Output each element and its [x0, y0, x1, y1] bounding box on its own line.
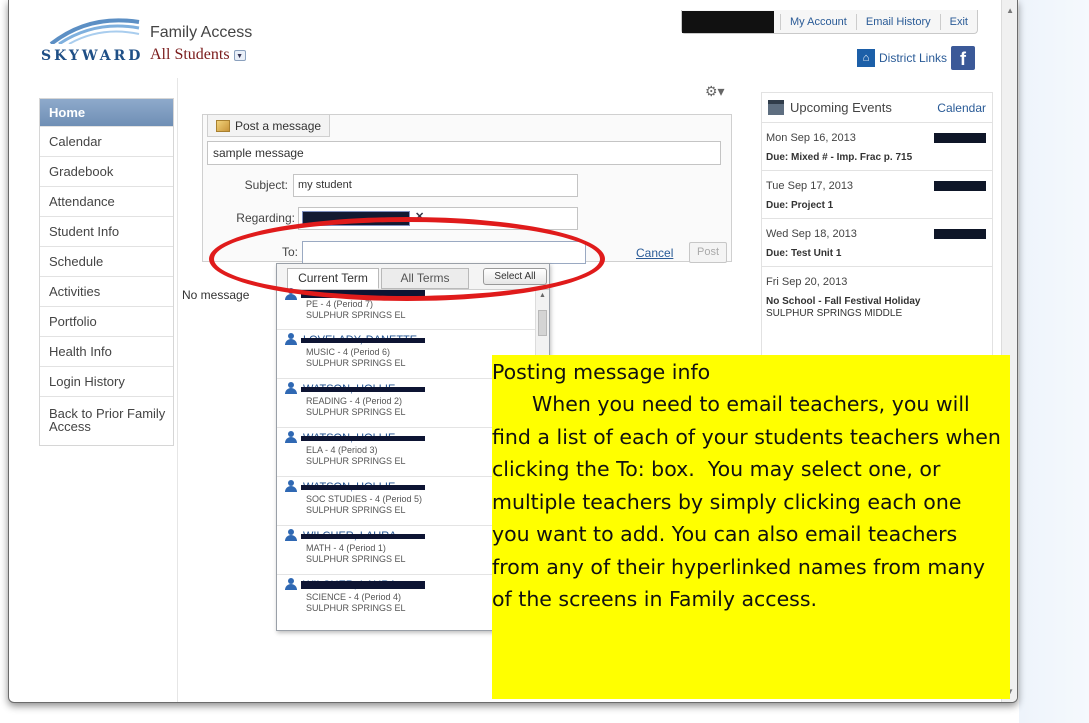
redacted-student-name: [934, 133, 986, 143]
person-icon: [285, 333, 297, 345]
person-icon: [285, 431, 297, 443]
name-strikeout: [301, 485, 425, 490]
sidebar-item-schedule[interactable]: Schedule: [40, 247, 173, 277]
event-description[interactable]: Due: Test Unit 1: [766, 247, 988, 260]
gear-icon[interactable]: ⚙▾: [705, 83, 725, 100]
post-tab-label: Post a message: [235, 118, 322, 133]
district-links-label: District Links: [879, 51, 948, 65]
teacher-class: SCIENCE - 4 (Period 4): [306, 592, 402, 602]
scroll-up-icon[interactable]: ▲: [1006, 6, 1014, 15]
name-strikeout: [301, 387, 425, 392]
teacher-class: SOC STUDIES - 4 (Period 5): [306, 494, 423, 504]
teacher-class: ELA - 4 (Period 3): [306, 445, 378, 455]
post-message-tab[interactable]: Post a message: [207, 114, 331, 137]
subject-input[interactable]: my student: [293, 174, 578, 197]
my-account-link[interactable]: My Account: [780, 13, 856, 30]
email-history-link[interactable]: Email History: [855, 13, 940, 30]
annotation-circle: [209, 217, 605, 301]
person-icon: [285, 578, 297, 590]
name-strikeout: [301, 436, 425, 441]
person-icon: [285, 480, 297, 492]
logo-swoosh-icon: [49, 18, 140, 44]
teacher-class: MUSIC - 4 (Period 6): [306, 347, 391, 357]
sidebar-item-attendance[interactable]: Attendance: [40, 187, 173, 217]
sidebar-item-portfolio[interactable]: Portfolio: [40, 307, 173, 337]
subject-label: Subject:: [244, 178, 288, 192]
person-icon: [285, 382, 297, 394]
person-icon: [285, 529, 297, 541]
sidebar-item-gradebook[interactable]: Gradebook: [40, 157, 173, 187]
event-item: Tue Sep 17, 2013 Due: Project 1: [762, 171, 992, 219]
sidebar-item-login-history[interactable]: Login History: [40, 367, 173, 397]
sidebar-item-student-info[interactable]: Student Info: [40, 217, 173, 247]
redacted-student-name: [934, 229, 986, 239]
event-item: Fri Sep 20, 2013 No School - Fall Festiv…: [762, 267, 992, 326]
exit-link[interactable]: Exit: [939, 13, 977, 30]
name-strikeout: [301, 338, 425, 343]
teacher-school: SULPHUR SPRINGS EL: [306, 358, 406, 368]
event-description[interactable]: Due: Mixed # - Imp. Frac p. 715: [766, 151, 988, 164]
annotation-body: When you need to email teachers, you wil…: [492, 392, 1008, 611]
teacher-school: SULPHUR SPRINGS EL: [306, 554, 406, 564]
logo-text: SKYWARD: [41, 48, 144, 64]
app-title: Family Access: [150, 24, 253, 41]
calendar-link[interactable]: Calendar: [937, 101, 986, 115]
scroll-thumb[interactable]: [538, 310, 547, 336]
teacher-school: SULPHUR SPRINGS EL: [306, 456, 406, 466]
desktop-background: [1019, 0, 1089, 723]
event-item: Wed Sep 18, 2013 Due: Test Unit 1: [762, 219, 992, 267]
event-item: Mon Sep 16, 2013 Due: Mixed # - Imp. Fra…: [762, 123, 992, 171]
calendar-icon: [768, 100, 784, 115]
pencil-icon: [216, 119, 230, 132]
scroll-up-icon[interactable]: ▲: [539, 292, 546, 299]
name-strikeout: [301, 581, 425, 589]
sidebar-item-health-info[interactable]: Health Info: [40, 337, 173, 367]
page-header: SKYWARD Family Access All Students ▼ My A…: [9, 0, 1002, 78]
sidebar-item-home[interactable]: Home: [40, 99, 173, 127]
student-select-value: All Students: [150, 46, 230, 63]
annotation-title: Posting message info: [492, 360, 711, 384]
chevron-down-icon[interactable]: ▼: [233, 49, 246, 61]
sidebar-item-calendar[interactable]: Calendar: [40, 127, 173, 157]
account-toolbar: My Account Email History Exit: [681, 10, 978, 34]
teacher-class: PE - 4 (Period 7): [306, 299, 374, 309]
regarding-label: Regarding:: [236, 211, 295, 225]
teacher-class: READING - 4 (Period 2): [306, 396, 403, 406]
teacher-class: MATH - 4 (Period 1): [306, 543, 386, 553]
redacted-user-name: [682, 10, 774, 33]
events-header: Upcoming Events Calendar: [762, 93, 992, 123]
teacher-school: SULPHUR SPRINGS EL: [306, 505, 406, 515]
event-location: SULPHUR SPRINGS MIDDLE: [766, 308, 903, 319]
no-messages-text: No message: [182, 288, 250, 302]
events-title: Upcoming Events: [790, 100, 892, 115]
message-input[interactable]: sample message: [207, 141, 721, 165]
skyward-logo[interactable]: SKYWARD: [41, 18, 141, 68]
facebook-icon[interactable]: f: [951, 46, 976, 70]
annotation-callout: Posting message info When you need to em…: [492, 355, 1010, 699]
cancel-link[interactable]: Cancel: [636, 246, 673, 260]
sidebar-item-activities[interactable]: Activities: [40, 277, 173, 307]
teacher-school: SULPHUR SPRINGS EL: [306, 310, 406, 320]
event-date: Fri Sep 20, 2013: [766, 276, 848, 288]
sidebar-nav: Home Calendar Gradebook Attendance Stude…: [39, 98, 174, 446]
district-links[interactable]: ⌂ District Links f: [857, 46, 976, 70]
event-description[interactable]: No School - Fall Festival Holiday: [766, 295, 988, 308]
sidebar-item-back-to-prior[interactable]: Back to Prior Family Access: [40, 397, 173, 445]
teacher-school: SULPHUR SPRINGS EL: [306, 407, 406, 417]
post-button[interactable]: Post: [689, 242, 727, 263]
student-select[interactable]: All Students ▼: [150, 46, 246, 64]
event-description[interactable]: Due: Project 1: [766, 199, 988, 212]
teacher-school: SULPHUR SPRINGS EL: [306, 603, 406, 613]
redacted-student-name: [934, 181, 986, 191]
district-home-icon: ⌂: [857, 49, 875, 67]
name-strikeout: [301, 534, 425, 539]
